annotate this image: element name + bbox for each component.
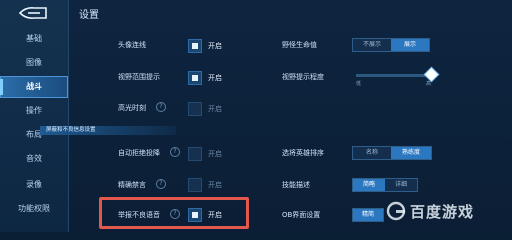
vision-range-checkbox[interactable] <box>188 71 202 85</box>
sidebar-item-replay[interactable]: 录像 <box>0 174 68 196</box>
page-title: 设置 <box>79 10 99 21</box>
skill-desc-segment[interactable]: 简略 详细 <box>352 178 418 192</box>
sidebar-item-basic[interactable]: 基础 <box>0 28 68 50</box>
setting-auto-reject-label: 自动拒绝投降 <box>118 149 160 157</box>
vision-range-toggle-label: 开启 <box>208 74 222 82</box>
wild-hp-option-show[interactable]: 展示 <box>391 39 429 51</box>
help-icon[interactable]: ? <box>170 147 180 157</box>
section-header-report: 屏蔽和不良信息设置 <box>40 126 176 135</box>
auto-reject-checkbox[interactable] <box>188 147 202 161</box>
sidebar-item-controls[interactable]: 操作 <box>0 100 68 122</box>
watermark-logo-icon <box>386 201 406 221</box>
ob-ui-option-lite[interactable]: 精简 <box>353 209 383 221</box>
slider-min-label: 低 <box>356 81 362 87</box>
avatar-connect-toggle-label: 开启 <box>208 42 222 50</box>
help-icon[interactable]: ? <box>156 179 166 189</box>
highlight-moment-toggle-label: 开启 <box>208 105 222 113</box>
wild-hp-option-hide[interactable]: 不展示 <box>353 39 391 51</box>
skill-desc-option-detail[interactable]: 详细 <box>385 179 417 191</box>
precise-ban-checkbox[interactable] <box>188 178 202 192</box>
setting-avatar-connect-label: 头像连线 <box>118 41 146 49</box>
setting-wild-hp-label: 野怪生命值 <box>282 41 317 49</box>
help-icon[interactable]: ? <box>156 102 166 112</box>
wild-hp-segment[interactable]: 不展示 展示 <box>352 38 430 52</box>
setting-precise-ban-label: 精确禁言 <box>118 181 146 189</box>
hero-sort-option-name[interactable]: 名称 <box>353 147 391 159</box>
highlight-moment-checkbox[interactable] <box>188 102 202 116</box>
sidebar-item-permissions[interactable]: 功能权限 <box>0 198 68 220</box>
ob-ui-segment[interactable]: 精简 <box>352 208 384 222</box>
sidebar-item-battle[interactable]: 战斗 <box>0 76 68 98</box>
setting-skill-desc-label: 技能描述 <box>282 181 310 189</box>
setting-hero-sort-label: 选将英雄排序 <box>282 149 324 157</box>
watermark-text: 百度游戏 <box>410 202 475 221</box>
back-arrow-icon[interactable] <box>18 6 48 20</box>
avatar-connect-checkbox[interactable] <box>188 39 202 53</box>
auto-reject-toggle-label: 开启 <box>208 150 222 158</box>
hero-sort-segment[interactable]: 名称 熟练度 <box>352 146 432 160</box>
hero-sort-option-proficiency[interactable]: 熟练度 <box>391 147 431 159</box>
setting-vision-level-label: 视野提示程度 <box>282 73 324 81</box>
sidebar-item-sound[interactable]: 音效 <box>0 148 68 170</box>
sidebar: 基础 图像 战斗 操作 布局 音效 录像 功能权限 <box>0 0 69 232</box>
slider-max-label: 高 <box>426 81 432 87</box>
sidebar-item-graphics[interactable]: 图像 <box>0 52 68 74</box>
setting-vision-range-label: 视野范围提示 <box>118 73 160 81</box>
skill-desc-option-brief[interactable]: 简略 <box>353 179 385 191</box>
setting-ob-ui-label: OB界面设置 <box>282 211 321 219</box>
highlight-box <box>99 197 249 229</box>
setting-highlight-moment-label: 高光时刻 <box>118 104 146 112</box>
watermark: 百度游戏 <box>386 196 510 226</box>
precise-ban-toggle-label: 开启 <box>208 181 222 189</box>
